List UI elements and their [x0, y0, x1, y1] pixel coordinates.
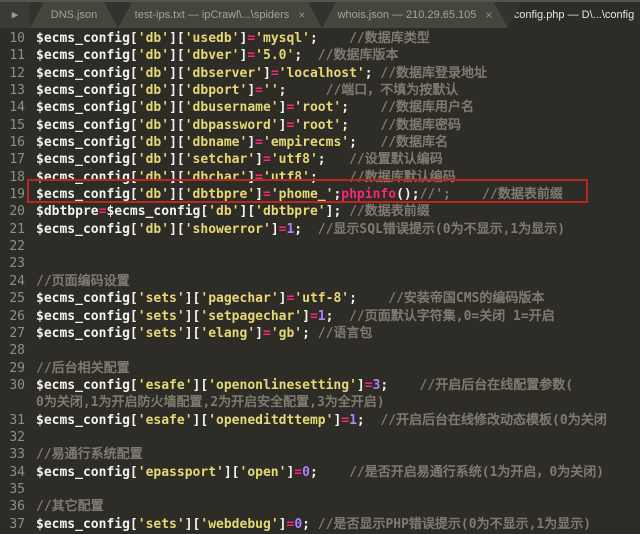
line-code: $ecms_config['db']['setchar']='utf8'; //… — [36, 151, 443, 168]
play-triangle-icon: ▶ — [12, 9, 19, 20]
tab-whois[interactable]: whois.json — 210.29.65.105 × — [322, 2, 508, 28]
code-line[interactable]: 28 — [0, 342, 640, 359]
line-number: 34 — [0, 464, 25, 481]
code-line[interactable]: 13 $ecms_config['db']['dbport']=''; //端口… — [0, 82, 640, 99]
tab-nav-button[interactable]: ▶ — [0, 2, 30, 28]
code-line[interactable]: 21 $ecms_config['db']['showerror']=1; //… — [0, 221, 640, 238]
line-number: 32 — [0, 429, 25, 446]
line-code: $ecms_config['sets']['elang']='gb'; //语言… — [36, 325, 372, 342]
line-number: 26 — [0, 308, 25, 325]
tab-close-icon[interactable]: × — [298, 9, 305, 21]
line-number: 14 — [0, 99, 25, 116]
editor-window: ▶ DNS.json test-ips.txt — ipCrawl\...\sp… — [0, 0, 640, 534]
code-line[interactable]: 25 $ecms_config['sets']['pagechar']='utf… — [0, 290, 640, 307]
tabs-container: DNS.json test-ips.txt — ipCrawl\...\spid… — [30, 2, 640, 28]
line-code: $ecms_config['esafe']['openonlinesetting… — [36, 377, 573, 394]
tab-close-icon[interactable]: × — [485, 9, 492, 21]
line-code: $ecms_config['epassport']['open']=0; //是… — [36, 464, 604, 481]
code-line[interactable]: 35 — [0, 481, 640, 498]
code-line[interactable]: 31 $ecms_config['esafe']['openeditdttemp… — [0, 412, 640, 429]
line-number: 27 — [0, 325, 25, 342]
code-editor[interactable]: 10 $ecms_config['db']['usedb']='mysql'; … — [0, 28, 640, 534]
line-number: 33 — [0, 446, 25, 463]
line-code: $ecms_config['sets']['webdebug']=0; //是否… — [36, 516, 591, 533]
tab-label: test-ips.txt — ipCrawl\...\spiders — [135, 9, 290, 21]
line-number: 15 — [0, 117, 25, 134]
code-line[interactable]: 16 $ecms_config['db']['dbname']='empirec… — [0, 134, 640, 151]
line-code: $ecms_config['db']['dbname']='empirecms'… — [36, 134, 448, 151]
code-line[interactable]: 18 $ecms_config['db']['dbchar']='utf8'; … — [0, 169, 640, 186]
code-line[interactable]: 29 //后台相关配置 — [0, 360, 640, 377]
line-number: 23 — [0, 255, 25, 272]
line-code: $ecms_config['db']['showerror']=1; //显示S… — [36, 221, 565, 238]
code-line[interactable]: 14 $ecms_config['db']['dbusername']='roo… — [0, 99, 640, 116]
code-line[interactable]: 26 $ecms_config['sets']['setpagechar']=1… — [0, 308, 640, 325]
code-line[interactable]: 22 — [0, 238, 640, 255]
line-number: 30 — [0, 377, 25, 394]
code-line[interactable]: 12 $ecms_config['db']['dbserver']='local… — [0, 65, 640, 82]
code-line[interactable]: 20 $dbtbpre=$ecms_config['db']['dbtbpre'… — [0, 203, 640, 220]
line-number: 12 — [0, 65, 25, 82]
line-number: 28 — [0, 342, 25, 359]
line-number: 17 — [0, 151, 25, 168]
line-number: 24 — [0, 273, 25, 290]
line-number: 16 — [0, 134, 25, 151]
line-number: 11 — [0, 47, 25, 64]
code-line[interactable]: 34 $ecms_config['epassport']['open']=0; … — [0, 464, 640, 481]
code-line[interactable]: 36 //其它配置 — [0, 498, 640, 515]
line-code: //页面编码设置 — [36, 273, 130, 290]
code-line[interactable]: 30 $ecms_config['esafe']['openonlinesett… — [0, 377, 640, 394]
code-line[interactable]: 17 $ecms_config['db']['setchar']='utf8';… — [0, 151, 640, 168]
line-code: $ecms_config['db']['dbtbpre']='phome_';p… — [36, 186, 563, 203]
line-number: 31 — [0, 412, 25, 429]
code-line[interactable]: 19 $ecms_config['db']['dbtbpre']='phome_… — [0, 186, 640, 203]
line-code: 0为关闭,1为开启防火墙配置,2为开启安全配置,3为全开启) — [36, 394, 385, 411]
line-code: $ecms_config['db']['dbport']=''; //端口，不填… — [36, 82, 458, 99]
line-code: $ecms_config['db']['dbver']='5.0'; //数据库… — [36, 47, 398, 64]
line-code: //后台相关配置 — [36, 360, 130, 377]
line-number: 21 — [0, 221, 25, 238]
code-line[interactable]: 24 //页面编码设置 — [0, 273, 640, 290]
line-number: 22 — [0, 238, 25, 255]
code-line[interactable]: 15 $ecms_config['db']['dbpassword']='roo… — [0, 117, 640, 134]
line-code: $ecms_config['db']['dbpassword']='root';… — [36, 117, 461, 134]
tab-label: config.php — D\...\config — [514, 9, 634, 21]
line-code: $ecms_config['sets']['setpagechar']=1; /… — [36, 308, 555, 325]
line-code: $ecms_config['esafe']['openeditdttemp']=… — [36, 412, 607, 429]
tab-config[interactable]: config.php — D\...\config — [508, 2, 640, 28]
code-line[interactable]: 37 $ecms_config['sets']['webdebug']=0; /… — [0, 516, 640, 533]
line-number: 25 — [0, 290, 25, 307]
line-number: 19 — [0, 186, 25, 203]
code-line[interactable]: 23 — [0, 255, 640, 272]
tab-test-ips[interactable]: test-ips.txt — ipCrawl\...\spiders × — [118, 2, 322, 28]
line-code: $ecms_config['sets']['pagechar']='utf-8'… — [36, 290, 544, 307]
line-code: $ecms_config['db']['dbusername']='root';… — [36, 99, 474, 116]
line-code: //其它配置 — [36, 498, 104, 515]
line-number: 37 — [0, 516, 25, 533]
line-number: 20 — [0, 203, 25, 220]
tab-label: DNS.json — [51, 9, 97, 21]
line-code: $ecms_config['db']['dbserver']='localhos… — [36, 65, 487, 82]
code-line[interactable]: 0为关闭,1为开启防火墙配置,2为开启安全配置,3为全开启) — [0, 394, 640, 411]
line-number: 10 — [0, 30, 25, 47]
line-code: $ecms_config['db']['usedb']='mysql'; //数… — [36, 30, 430, 47]
line-number: 13 — [0, 82, 25, 99]
code-line[interactable]: 10 $ecms_config['db']['usedb']='mysql'; … — [0, 30, 640, 47]
line-code: //易通行系统配置 — [36, 446, 143, 463]
line-number — [0, 394, 25, 411]
line-number: 36 — [0, 498, 25, 515]
tab-dns[interactable]: DNS.json — [30, 2, 118, 28]
line-number: 18 — [0, 169, 25, 186]
tab-label: whois.json — 210.29.65.105 — [338, 9, 477, 21]
tab-bar: ▶ DNS.json test-ips.txt — ipCrawl\...\sp… — [0, 0, 640, 28]
code-line[interactable]: 33 //易通行系统配置 — [0, 446, 640, 463]
line-number: 29 — [0, 360, 25, 377]
code-line[interactable]: 11 $ecms_config['db']['dbver']='5.0'; //… — [0, 47, 640, 64]
code-line[interactable]: 27 $ecms_config['sets']['elang']='gb'; /… — [0, 325, 640, 342]
line-number: 35 — [0, 481, 25, 498]
line-code: $ecms_config['db']['dbchar']='utf8'; //数… — [36, 169, 456, 186]
code-line[interactable]: 32 — [0, 429, 640, 446]
line-code: $dbtbpre=$ecms_config['db']['dbtbpre']; … — [36, 203, 430, 220]
